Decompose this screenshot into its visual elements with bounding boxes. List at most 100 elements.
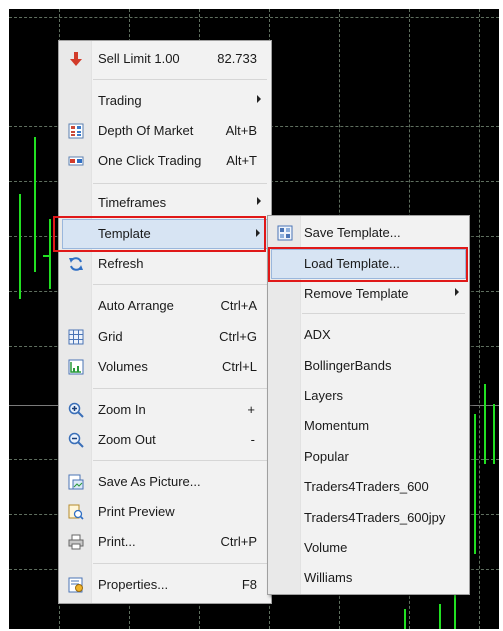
menu-item-timeframes[interactable]: Timeframes: [59, 188, 271, 218]
menu-item-label: Print Preview: [98, 504, 175, 519]
one-click-trading-icon: [68, 156, 84, 166]
menu-item-label: Auto Arrange: [98, 298, 174, 313]
menu-item-grid[interactable]: Grid Ctrl+G: [59, 322, 271, 352]
menu-separator: [93, 284, 267, 285]
menu-separator: [93, 183, 267, 184]
menu-item-label: Print...: [98, 534, 136, 549]
zoom-in-icon: [68, 402, 84, 418]
menu-item-label: Volume: [304, 540, 348, 555]
menu-item-print-preview[interactable]: Print Preview: [59, 497, 271, 527]
menu-item-label: Depth Of Market: [98, 123, 194, 138]
template-list-item[interactable]: ADX: [268, 320, 469, 350]
menu-separator: [93, 79, 267, 80]
template-list-item[interactable]: Layers: [268, 381, 469, 411]
template-list-item[interactable]: Volume: [268, 533, 469, 563]
menu-item-shortcut: Ctrl+P: [220, 534, 257, 549]
menu-item-depth-of-market[interactable]: Depth Of Market Alt+B: [59, 116, 271, 146]
grid-line: [9, 17, 499, 18]
template-list-item[interactable]: Momentum: [268, 411, 469, 441]
candle: [49, 219, 51, 289]
menu-item-label: Zoom In: [98, 402, 146, 417]
menu-item-shortcut: -: [250, 432, 255, 447]
menu-item-remove-template[interactable]: Remove Template: [268, 279, 469, 309]
menu-item-label: ADX: [304, 327, 331, 342]
menu-item-shortcut: Alt+B: [225, 123, 257, 138]
candle: [484, 384, 486, 464]
template-callout-box: [53, 216, 266, 252]
template-list-item[interactable]: Williams: [268, 563, 469, 593]
menu-item-shortcut: Ctrl+G: [219, 329, 257, 344]
template-list-item[interactable]: Traders4Traders_600jpy: [268, 503, 469, 533]
menu-item-label: Momentum: [304, 418, 370, 433]
menu-item-label: Zoom Out: [98, 432, 156, 447]
menu-item-label: Save As Picture...: [98, 474, 201, 489]
save-picture-icon: [68, 474, 84, 490]
menu-item-label: Sell Limit 1.00: [98, 51, 180, 66]
candle: [404, 609, 406, 629]
menu-item-shortcut: +: [247, 402, 255, 417]
zoom-out-icon: [68, 432, 84, 448]
menu-separator: [302, 313, 465, 314]
candle: [34, 137, 36, 272]
sell-arrow-icon: [70, 52, 82, 66]
menu-item-sell-limit[interactable]: Sell Limit 1.00 82.733: [59, 44, 271, 74]
menu-item-zoom-out[interactable]: Zoom Out -: [59, 425, 271, 455]
menu-item-refresh[interactable]: Refresh: [59, 249, 271, 279]
candle: [454, 589, 456, 629]
printer-icon: [68, 534, 84, 550]
menu-item-label: Williams: [304, 570, 353, 585]
menu-item-label: Properties...: [98, 577, 169, 592]
menu-item-label: Grid: [98, 329, 123, 344]
submenu-arrow-icon: [257, 197, 261, 205]
refresh-icon: [69, 257, 83, 271]
template-list-item[interactable]: Popular: [268, 442, 469, 472]
menu-item-value: 82.733: [217, 51, 257, 66]
volumes-icon: [68, 359, 84, 375]
properties-icon: [68, 577, 83, 593]
grid-line: [479, 9, 480, 629]
menu-item-shortcut: F8: [241, 577, 257, 592]
depth-of-market-icon: [68, 123, 84, 139]
submenu-arrow-icon: [455, 288, 459, 296]
menu-item-print[interactable]: Print... Ctrl+P: [59, 527, 271, 557]
menu-item-label: BollingerBands: [304, 358, 392, 373]
menu-item-label: Refresh: [98, 256, 144, 271]
print-preview-icon: [68, 504, 84, 520]
menu-separator: [93, 460, 267, 461]
candle: [474, 414, 476, 554]
candle: [19, 194, 21, 299]
menu-item-label: Traders4Traders_600: [304, 479, 429, 494]
submenu-arrow-icon: [257, 95, 261, 103]
context-menu: Sell Limit 1.00 82.733 Trading Depth Of …: [58, 40, 272, 604]
menu-item-label: Timeframes: [98, 195, 167, 210]
menu-item-shortcut: Ctrl+A: [220, 298, 257, 313]
menu-item-shortcut: Alt+T: [226, 153, 257, 168]
menu-item-save-template[interactable]: Save Template...: [268, 218, 469, 248]
menu-item-auto-arrange[interactable]: Auto Arrange Ctrl+A: [59, 291, 271, 321]
menu-item-properties[interactable]: Properties... F8: [59, 570, 271, 600]
menu-item-shortcut: Ctrl+L: [221, 359, 257, 374]
menu-separator: [93, 563, 267, 564]
menu-item-trading[interactable]: Trading: [59, 86, 271, 116]
menu-item-one-click-trading[interactable]: One Click Trading Alt+T: [59, 146, 271, 176]
menu-item-label: Volumes: [98, 359, 148, 374]
save-template-icon: [277, 225, 293, 241]
menu-item-label: Popular: [304, 449, 349, 464]
candle: [439, 604, 441, 629]
menu-item-label: Layers: [304, 388, 344, 403]
load-template-callout-box: [268, 247, 468, 282]
menu-item-volumes[interactable]: Volumes Ctrl+L: [59, 352, 271, 382]
menu-item-save-as-picture[interactable]: Save As Picture...: [59, 467, 271, 497]
menu-item-label: Trading: [98, 93, 142, 108]
menu-item-zoom-in[interactable]: Zoom In +: [59, 395, 271, 425]
menu-separator: [93, 388, 267, 389]
grid-icon: [68, 329, 84, 345]
candle: [493, 404, 495, 464]
menu-item-label: One Click Trading: [98, 153, 202, 168]
menu-item-label: Save Template...: [304, 225, 401, 240]
template-list-item[interactable]: Traders4Traders_600: [268, 472, 469, 502]
candle-tick: [43, 255, 49, 257]
menu-item-label: Traders4Traders_600jpy: [304, 510, 446, 525]
menu-item-label: Remove Template: [304, 286, 409, 301]
template-list-item[interactable]: BollingerBands: [268, 351, 469, 381]
